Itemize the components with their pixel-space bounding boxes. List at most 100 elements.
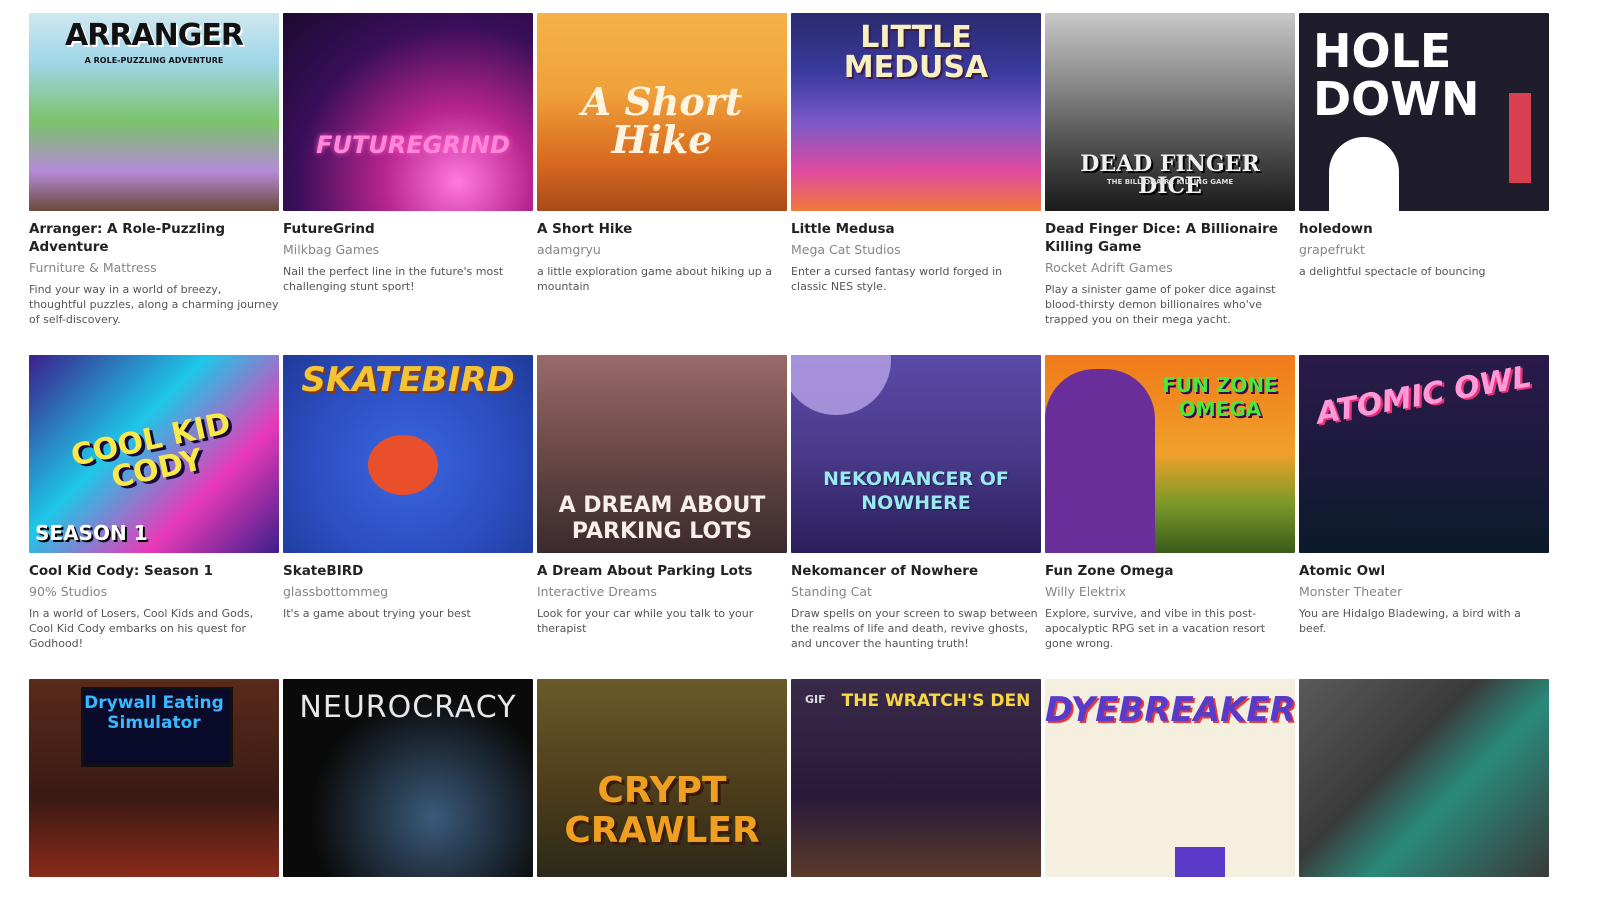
game-description: Explore, survive, and vibe in this post-… [1045, 607, 1266, 650]
game-author[interactable]: Monster Theater [1299, 584, 1549, 600]
game-author[interactable]: 90% Studios [29, 584, 279, 600]
game-card[interactable]: A Short Hike A Short Hike adamgryu a lit… [537, 13, 787, 294]
art-title: THE WRATCH'S DEN [841, 691, 1031, 711]
game-card[interactable]: SKATEBIRD SkateBIRD glassbottommeg It's … [283, 355, 533, 621]
block-illustration [1509, 93, 1531, 183]
game-card[interactable]: COOL KID CODY SEASON 1 Cool Kid Cody: Se… [29, 355, 279, 651]
game-title[interactable]: Little Medusa [791, 220, 1041, 238]
game-description: Look for your car while you talk to your… [537, 607, 754, 635]
game-card[interactable]: GIF THE WRATCH'S DEN [791, 679, 1041, 877]
art-title: NEKOMANCER OF NOWHERE [823, 468, 1009, 514]
game-description: Find your way in a world of breezy, thou… [29, 283, 279, 326]
game-thumbnail[interactable]: DEAD FINGER DICE THE BILLIONAIRE KILLING… [1045, 13, 1295, 211]
game-thumbnail[interactable]: FUTUREGRIND [283, 13, 533, 211]
game-author[interactable]: Furniture & Mattress [29, 260, 279, 276]
moon-illustration [791, 355, 891, 415]
game-thumbnail[interactable]: GIF THE WRATCH'S DEN [791, 679, 1041, 877]
game-card[interactable]: ARRANGER A ROLE-PUZZLING ADVENTURE Arran… [29, 13, 279, 327]
art-title: COOL KID CODY [67, 405, 234, 496]
game-card[interactable]: A DREAM ABOUT PARKING LOTS A Dream About… [537, 355, 787, 636]
game-thumbnail[interactable]: LITTLE MEDUSA [791, 13, 1041, 211]
game-thumbnail[interactable]: FUN ZONE OMEGA [1045, 355, 1295, 553]
art-title: DYEBREAKER [1045, 690, 1295, 730]
game-title[interactable]: Cool Kid Cody: Season 1 [29, 562, 279, 580]
ghost-illustration [1329, 137, 1399, 211]
game-title[interactable]: Dead Finger Dice: A Billionaire Killing … [1045, 220, 1295, 256]
game-card[interactable]: FUTUREGRIND FutureGrind Milkbag Games Na… [283, 13, 533, 294]
game-card[interactable]: DEAD FINGER DICE THE BILLIONAIRE KILLING… [1045, 13, 1295, 327]
game-thumbnail[interactable]: NEUROCRACY [283, 679, 533, 877]
gif-badge: GIF [805, 693, 826, 706]
game-title[interactable]: Arranger: A Role-Puzzling Adventure [29, 220, 279, 256]
art-title: SKATEBIRD [301, 360, 515, 400]
game-title[interactable]: A Dream About Parking Lots [537, 562, 787, 580]
art-title: A Short Hike [581, 79, 743, 162]
platform-illustration [1175, 847, 1225, 877]
art-title: DEAD FINGER DICE [1080, 151, 1260, 199]
grid-row: COOL KID CODY SEASON 1 Cool Kid Cody: Se… [29, 355, 1589, 697]
game-description: Draw spells on your screen to swap betwe… [791, 607, 1038, 650]
game-thumbnail[interactable]: DYEBREAKER [1045, 679, 1295, 877]
game-thumbnail[interactable]: A Short Hike [537, 13, 787, 211]
character-illustration [1045, 369, 1155, 553]
game-description: Play a sinister game of poker dice again… [1045, 283, 1276, 326]
game-title[interactable]: Fun Zone Omega [1045, 562, 1295, 580]
game-title[interactable]: Atomic Owl [1299, 562, 1549, 580]
game-grid: ARRANGER A ROLE-PUZZLING ADVENTURE Arran… [29, 13, 1589, 897]
art-subtitle: SEASON 1 [35, 521, 148, 545]
game-author[interactable]: Milkbag Games [283, 242, 533, 258]
game-card[interactable]: NEUROCRACY [283, 679, 533, 877]
game-thumbnail[interactable]: SKATEBIRD [283, 355, 533, 553]
game-description: You are Hidalgo Bladewing, a bird with a… [1299, 607, 1521, 635]
game-card[interactable]: CRYPT CRAWLER [537, 679, 787, 877]
game-thumbnail[interactable]: CRYPT CRAWLER [537, 679, 787, 877]
art-title: NEUROCRACY [299, 690, 517, 725]
game-author[interactable]: Rocket Adrift Games [1045, 260, 1295, 276]
game-description: It's a game about trying your best [283, 607, 471, 620]
game-thumbnail[interactable]: Drywall Eating Simulator [29, 679, 279, 877]
art-title: HOLE DOWN [1313, 24, 1480, 126]
game-description: Enter a cursed fantasy world forged in c… [791, 265, 1003, 293]
grid-row: ARRANGER A ROLE-PUZZLING ADVENTURE Arran… [29, 13, 1589, 355]
game-title[interactable]: Nekomancer of Nowhere [791, 562, 1041, 580]
game-thumbnail[interactable]: ATOMIC OWL [1299, 355, 1549, 553]
game-author[interactable]: Willy Elektrix [1045, 584, 1295, 600]
art-title: ATOMIC OWL [1313, 359, 1535, 432]
game-author[interactable]: Mega Cat Studios [791, 242, 1041, 258]
game-thumbnail[interactable]: COOL KID CODY SEASON 1 [29, 355, 279, 553]
game-author[interactable]: Interactive Dreams [537, 584, 787, 600]
game-thumbnail[interactable] [1299, 679, 1549, 877]
game-author[interactable]: Standing Cat [791, 584, 1041, 600]
game-card[interactable] [1299, 679, 1549, 877]
game-author[interactable]: glassbottommeg [283, 584, 533, 600]
art-title: ARRANGER [65, 18, 244, 53]
art-title: FUN ZONE OMEGA [1162, 373, 1278, 421]
game-card[interactable]: DYEBREAKER [1045, 679, 1295, 877]
art-subtitle: A ROLE-PUZZLING ADVENTURE [84, 56, 224, 65]
game-title[interactable]: FutureGrind [283, 220, 533, 238]
game-thumbnail[interactable]: A DREAM ABOUT PARKING LOTS [537, 355, 787, 553]
grid-row: Drywall Eating Simulator NEUROCRACY CRYP… [29, 679, 1589, 879]
game-card[interactable]: NEKOMANCER OF NOWHERE Nekomancer of Nowh… [791, 355, 1041, 651]
game-author[interactable]: adamgryu [537, 242, 787, 258]
art-title: Drywall Eating Simulator [84, 693, 224, 733]
game-card[interactable]: HOLE DOWN holedown grapefrukt a delightf… [1299, 13, 1549, 279]
game-description: In a world of Losers, Cool Kids and Gods… [29, 607, 254, 650]
game-thumbnail[interactable]: HOLE DOWN [1299, 13, 1549, 211]
game-card[interactable]: FUN ZONE OMEGA Fun Zone Omega Willy Elek… [1045, 355, 1295, 651]
bird-illustration [368, 435, 438, 495]
game-card[interactable]: ATOMIC OWL Atomic Owl Monster Theater Yo… [1299, 355, 1549, 636]
game-thumbnail[interactable]: NEKOMANCER OF NOWHERE [791, 355, 1041, 553]
art-title: FUTUREGRIND [316, 131, 510, 159]
game-title[interactable]: SkateBIRD [283, 562, 533, 580]
art-title: LITTLE MEDUSA [843, 20, 989, 85]
game-author[interactable]: grapefrukt [1299, 242, 1549, 258]
game-title[interactable]: holedown [1299, 220, 1549, 238]
game-description: Nail the perfect line in the future's mo… [283, 265, 504, 293]
game-thumbnail[interactable]: ARRANGER A ROLE-PUZZLING ADVENTURE [29, 13, 279, 211]
art-title: CRYPT CRAWLER [564, 770, 760, 851]
game-card[interactable]: Drywall Eating Simulator [29, 679, 279, 877]
art-subtitle: THE BILLIONAIRE KILLING GAME [1106, 178, 1234, 186]
game-title[interactable]: A Short Hike [537, 220, 787, 238]
game-card[interactable]: LITTLE MEDUSA Little Medusa Mega Cat Stu… [791, 13, 1041, 294]
